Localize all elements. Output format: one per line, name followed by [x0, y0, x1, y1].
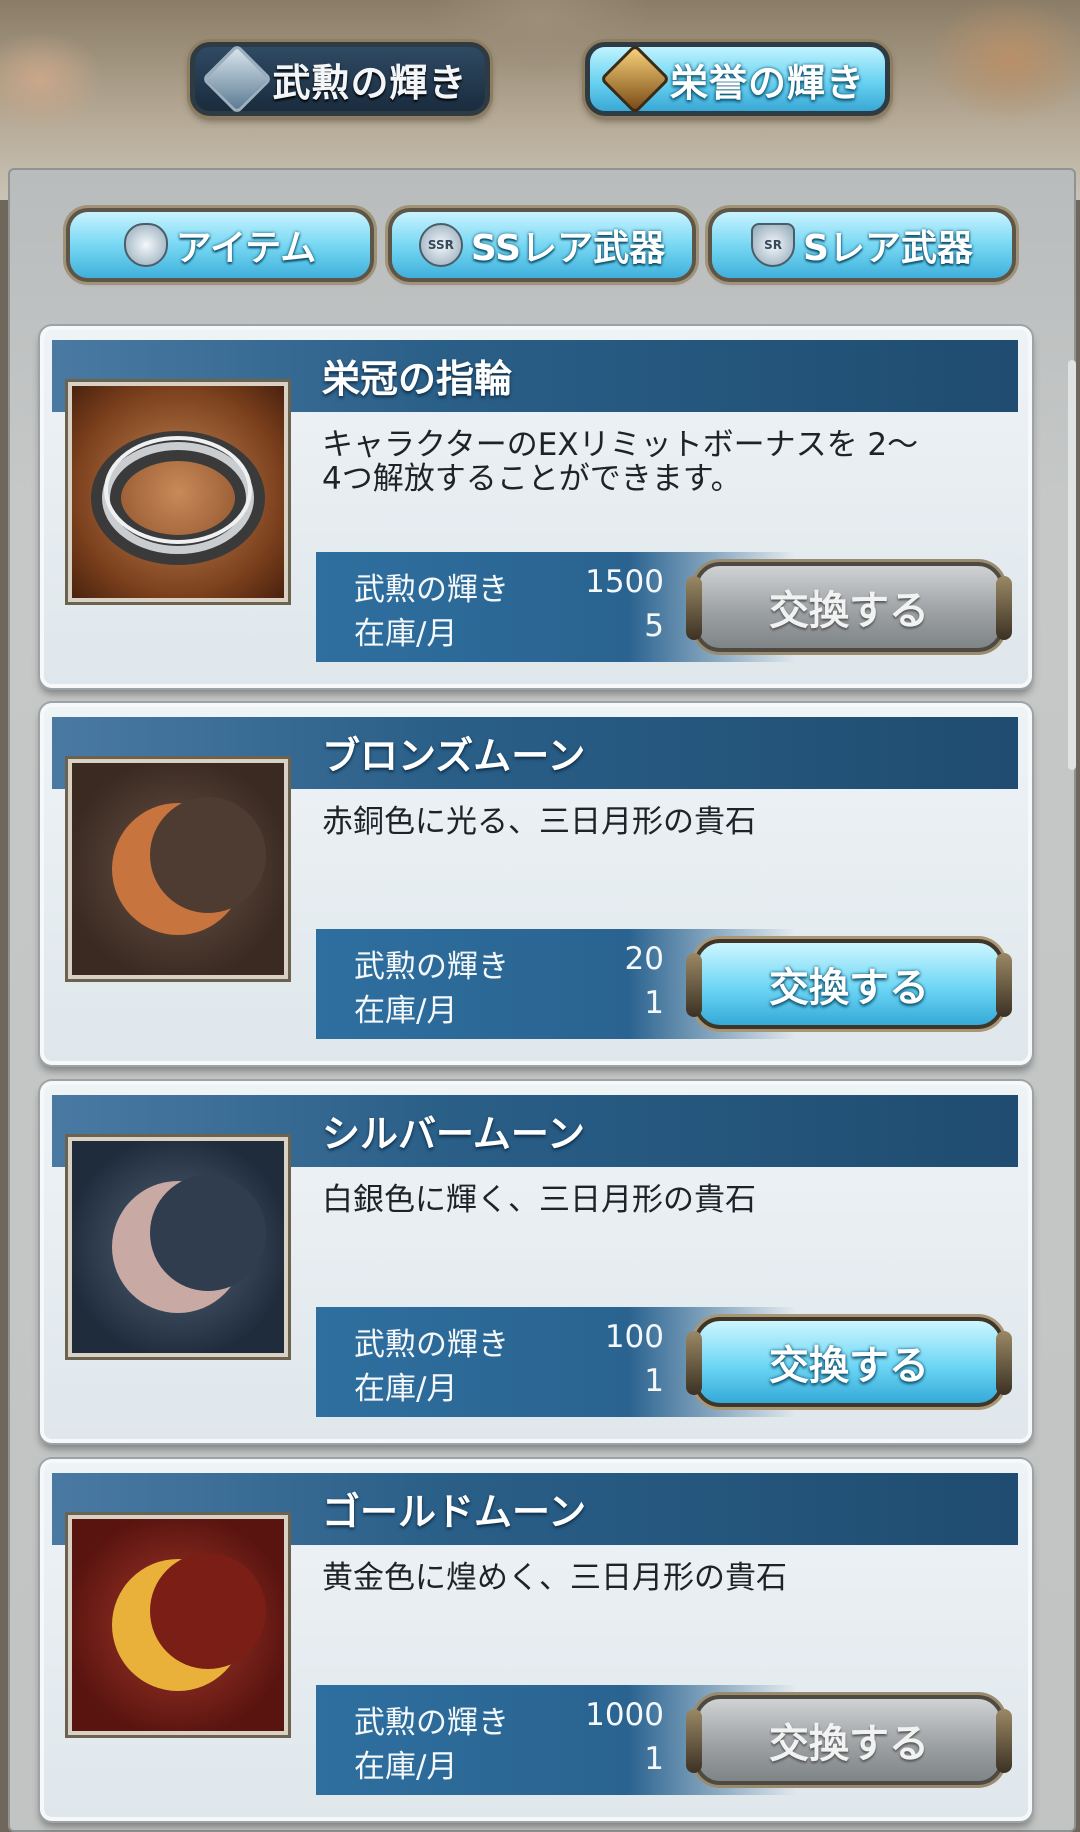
cost-value: 20 — [624, 941, 664, 977]
cost-label: 武勲の輝き — [354, 949, 509, 985]
stock-value: 5 — [644, 608, 664, 644]
exchange-button-label: 交換する — [769, 588, 929, 634]
exchange-button-label: 交換する — [769, 1721, 929, 1767]
bronze-moon-icon — [68, 759, 288, 979]
stock-value: 1 — [644, 1741, 664, 1777]
tab-label: 栄誉の輝き — [669, 60, 865, 105]
stock-label: 在庫/月 — [354, 1371, 458, 1407]
exchange-button[interactable]: 交換する — [686, 1317, 1012, 1407]
buken-gem-icon — [202, 43, 273, 115]
sr-badge-icon: SR — [751, 223, 796, 267]
cost-label: 武勲の輝き — [354, 1705, 509, 1741]
exchange-button[interactable]: 交換する — [686, 1695, 1012, 1785]
cost-value: 100 — [604, 1319, 664, 1355]
exchange-button[interactable]: 交換する — [686, 562, 1012, 652]
shop-item-card: ゴールドムーン 黄金色に煌めく、三日月形の貴石 武勲の輝き 1000 在庫/月 1 … — [40, 1459, 1032, 1821]
stock-label: 在庫/月 — [354, 993, 458, 1029]
shop-item-card: ブロンズムーン 赤銅色に光る、三日月形の貴石 武勲の輝き 20 在庫/月 1 交換す… — [40, 703, 1032, 1065]
subtab-sr-weapons[interactable]: SR Sレア武器 — [712, 212, 1012, 278]
item-description: 白銀色に輝く、三日月形の貴石 — [322, 1182, 756, 1218]
silver-moon-icon — [68, 1137, 288, 1357]
stock-value: 1 — [644, 985, 664, 1021]
item-name: 栄冠の指輪 — [322, 357, 513, 401]
subtab-item[interactable]: アイテム — [70, 212, 370, 278]
item-name: ブロンズムーン — [322, 734, 586, 778]
gold-moon-icon — [68, 1515, 288, 1735]
subtab-label: Sレア武器 — [803, 228, 973, 269]
ssr-badge-icon: SSR — [418, 223, 463, 267]
item-description: 赤銅色に光る、三日月形の貴石 — [322, 804, 756, 840]
cost-value: 1500 — [585, 564, 664, 600]
shop-item-card: シルバームーン 白銀色に輝く、三日月形の貴石 武勲の輝き 100 在庫/月 1 交換… — [40, 1081, 1032, 1443]
scrollbar[interactable] — [1068, 360, 1076, 770]
stock-label: 在庫/月 — [354, 1749, 458, 1785]
shop-item-card: 栄冠の指輪 キャラクターのEXリミットボーナスを 2〜4つ解放することができます… — [40, 326, 1032, 688]
item-description: キャラクターのEXリミットボーナスを 2〜4つ解放することができます。 — [322, 427, 919, 497]
item-description: 黄金色に煌めく、三日月形の貴石 — [322, 1560, 787, 1596]
tab-buken-no-kagayaki[interactable]: 武勲の輝き — [190, 42, 490, 116]
exchange-button-label: 交換する — [769, 965, 929, 1011]
stock-value: 1 — [644, 1363, 664, 1399]
ring-icon — [68, 382, 288, 602]
cost-value: 1000 — [585, 1697, 664, 1733]
exchange-button[interactable]: 交換する — [686, 939, 1012, 1029]
eiyo-gem-icon — [599, 43, 671, 115]
tab-label: 武勲の輝き — [272, 60, 468, 105]
item-name: シルバームーン — [322, 1112, 585, 1156]
exchange-button-label: 交換する — [769, 1343, 929, 1389]
stock-label: 在庫/月 — [354, 616, 458, 652]
subtab-label: SSレア武器 — [470, 228, 666, 269]
potion-icon — [123, 223, 168, 267]
tab-eiyo-no-kagayaki[interactable]: 栄誉の輝き — [585, 42, 890, 116]
subtab-ssr-weapons[interactable]: SSR SSレア武器 — [392, 212, 692, 278]
subtab-label: アイテム — [175, 228, 317, 269]
cost-label: 武勲の輝き — [354, 572, 509, 608]
item-name: ゴールドムーン — [322, 1490, 587, 1534]
cost-label: 武勲の輝き — [354, 1327, 509, 1363]
